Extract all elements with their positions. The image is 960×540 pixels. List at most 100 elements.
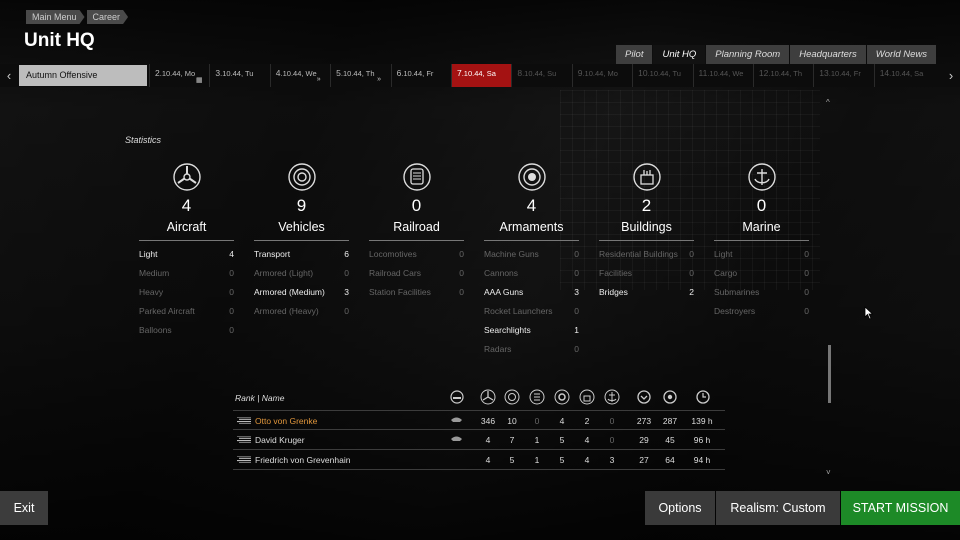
timeline-day[interactable]: 14.10.44, Sa	[873, 64, 934, 87]
day-date-label: .10.44, Mo	[582, 69, 618, 78]
wheel-icon	[504, 389, 520, 405]
start-mission-button[interactable]: START MISSION	[841, 491, 960, 525]
stat-row: Transport 6	[254, 249, 349, 268]
day-date-label: .10.44, We	[707, 69, 744, 78]
pilot-stat-cell: 273	[636, 416, 652, 426]
timeline-day[interactable]: 6.10.44, Fr	[390, 64, 451, 87]
tab-world-news[interactable]: World News	[866, 45, 936, 64]
stat-row-value: 0	[574, 268, 579, 278]
campaign-name[interactable]: Autumn Offensive	[19, 65, 147, 86]
timeline-prev-icon[interactable]: ‹	[0, 64, 18, 87]
propeller-icon	[172, 163, 201, 191]
timeline-day[interactable]: 3.10.44, Tu	[209, 64, 269, 87]
rank-insignia-icon	[237, 436, 251, 443]
stat-category-name: Armaments	[484, 220, 579, 241]
stat-category-vehicles: 9 Vehicles Transport 6 Armored (Light) 0 Armor…	[254, 162, 349, 325]
timeline-day[interactable]: 8.10.44, Su	[511, 64, 571, 87]
stat-category-count: 4	[526, 196, 537, 215]
stat-row-label: AAA Guns	[484, 287, 524, 297]
timeline-day[interactable]: 10.10.44, Tu	[632, 64, 692, 87]
pilot-stat-cell: 10	[507, 416, 517, 426]
stat-row-value: 6	[344, 249, 349, 259]
pilot-stat-cell: 45	[665, 435, 675, 445]
propeller-icon	[480, 389, 496, 405]
stat-row-label: Balloons	[139, 325, 172, 335]
timeline-day[interactable]: 12.10.44, Th	[752, 64, 813, 87]
train-icon	[529, 389, 545, 405]
day-event-icon: »	[377, 76, 382, 83]
stat-row-value: 0	[804, 306, 809, 316]
stat-row-label: Light	[714, 249, 733, 259]
pilot-stat-cell: 3	[609, 455, 615, 465]
day-date-label: .10.44, We	[280, 69, 317, 78]
stat-row-value: 0	[344, 306, 349, 316]
breadcrumb-main-menu[interactable]: Main Menu	[26, 10, 85, 24]
timeline-day[interactable]: 4.10.44, We»	[269, 64, 330, 87]
timeline-day[interactable]: 11.10.44, We	[692, 64, 753, 87]
pilot-stat-cell: 27	[639, 455, 649, 465]
stat-category-name: Buildings	[599, 220, 694, 241]
pilot-stat-cell: 0	[534, 416, 540, 426]
scroll-down-icon[interactable]: ˅	[826, 468, 831, 477]
day-date-label: .10.44, Tu	[647, 69, 681, 78]
sorties-icon	[637, 390, 651, 404]
rank-insignia-icon	[237, 417, 251, 424]
breadcrumb-career[interactable]: Career	[87, 10, 129, 24]
tab-pilot[interactable]: Pilot	[615, 45, 653, 64]
day-date-label: .10.44, Mo	[159, 69, 196, 78]
stat-row: Bridges 2	[599, 287, 694, 306]
day-number: 12	[758, 68, 769, 78]
timeline-day[interactable]: 5.10.44, Th»	[330, 64, 390, 87]
pilot-row[interactable]: David Kruger 4 7 1 5 4 0 29 45 96 h	[233, 430, 725, 450]
timeline-day[interactable]: 2.10.44, Mo ▦	[149, 64, 209, 87]
pilot-cap-icon	[451, 436, 462, 441]
day-event-icon: »	[316, 76, 321, 83]
pilot-stat-cell: 5	[509, 455, 515, 465]
stat-category-count: 0	[411, 196, 422, 215]
stat-row-value: 0	[459, 268, 464, 278]
stat-category-count: 2	[641, 196, 652, 215]
stat-row-value: 0	[229, 325, 234, 335]
stat-category-name: Railroad	[369, 220, 464, 241]
tab-unit-hq[interactable]: Unit HQ	[653, 45, 706, 64]
stat-category-name: Marine	[714, 220, 809, 241]
pilot-stat-cell: 346	[480, 416, 496, 426]
stat-category-count: 0	[756, 196, 767, 215]
stat-row: Medium 0	[139, 268, 234, 287]
pilot-stat-cell: 94 h	[693, 455, 711, 465]
stat-row: Submarines 0	[714, 287, 809, 306]
stat-row: Rocket Launchers 0	[484, 306, 579, 325]
stat-row-label: Armored (Medium)	[254, 287, 325, 297]
timeline-next-icon[interactable]: ›	[942, 64, 960, 87]
timeline-day[interactable]: 9.10.44, Mo	[571, 64, 632, 87]
roster-header: Rank | Name	[233, 388, 725, 410]
realism-button[interactable]: Realism: Custom	[716, 491, 840, 525]
stat-row: Station Facilities 0	[369, 287, 464, 306]
stat-row-value: 0	[229, 287, 234, 297]
stat-row: Machine Guns 0	[484, 249, 579, 268]
stat-row-value: 0	[229, 268, 234, 278]
stat-row-label: Searchlights	[484, 325, 531, 335]
stat-row-label: Bridges	[599, 287, 628, 297]
stat-row-label: Heavy	[139, 287, 164, 297]
scrollbar[interactable]	[826, 110, 833, 470]
page-title: Unit HQ	[24, 30, 95, 51]
pilot-stat-cell: 4	[559, 416, 565, 426]
pilot-stat-cell: 7	[509, 435, 515, 445]
exit-button[interactable]: Exit	[0, 491, 48, 525]
tab-headquarters[interactable]: Headquarters	[790, 45, 866, 64]
pilot-name: David Kruger	[255, 435, 305, 445]
tab-planning-room[interactable]: Planning Room	[706, 45, 790, 64]
wheel-icon	[287, 163, 316, 191]
pilot-row[interactable]: Friedrich von Grevenhain 4 5 1 5 4 3 27 64 94 h	[233, 450, 725, 470]
day-date-label: .10.44, Fr	[401, 69, 434, 78]
scrollbar-thumb[interactable]	[828, 345, 831, 403]
stat-row: Locomotives 0	[369, 249, 464, 268]
pilot-row[interactable]: Otto von Grenke 346 10 0 4 2 0 273 287 139 h	[233, 410, 725, 430]
options-button[interactable]: Options	[645, 491, 715, 525]
scroll-up-icon[interactable]: ^	[826, 98, 830, 107]
timeline-day[interactable]: 7.10.44, Sa	[450, 64, 512, 87]
pilot-stat-cell: 287	[662, 416, 678, 426]
stat-row: Facilities 0	[599, 268, 694, 287]
timeline-day[interactable]: 13.10.44, Fr	[813, 64, 873, 87]
